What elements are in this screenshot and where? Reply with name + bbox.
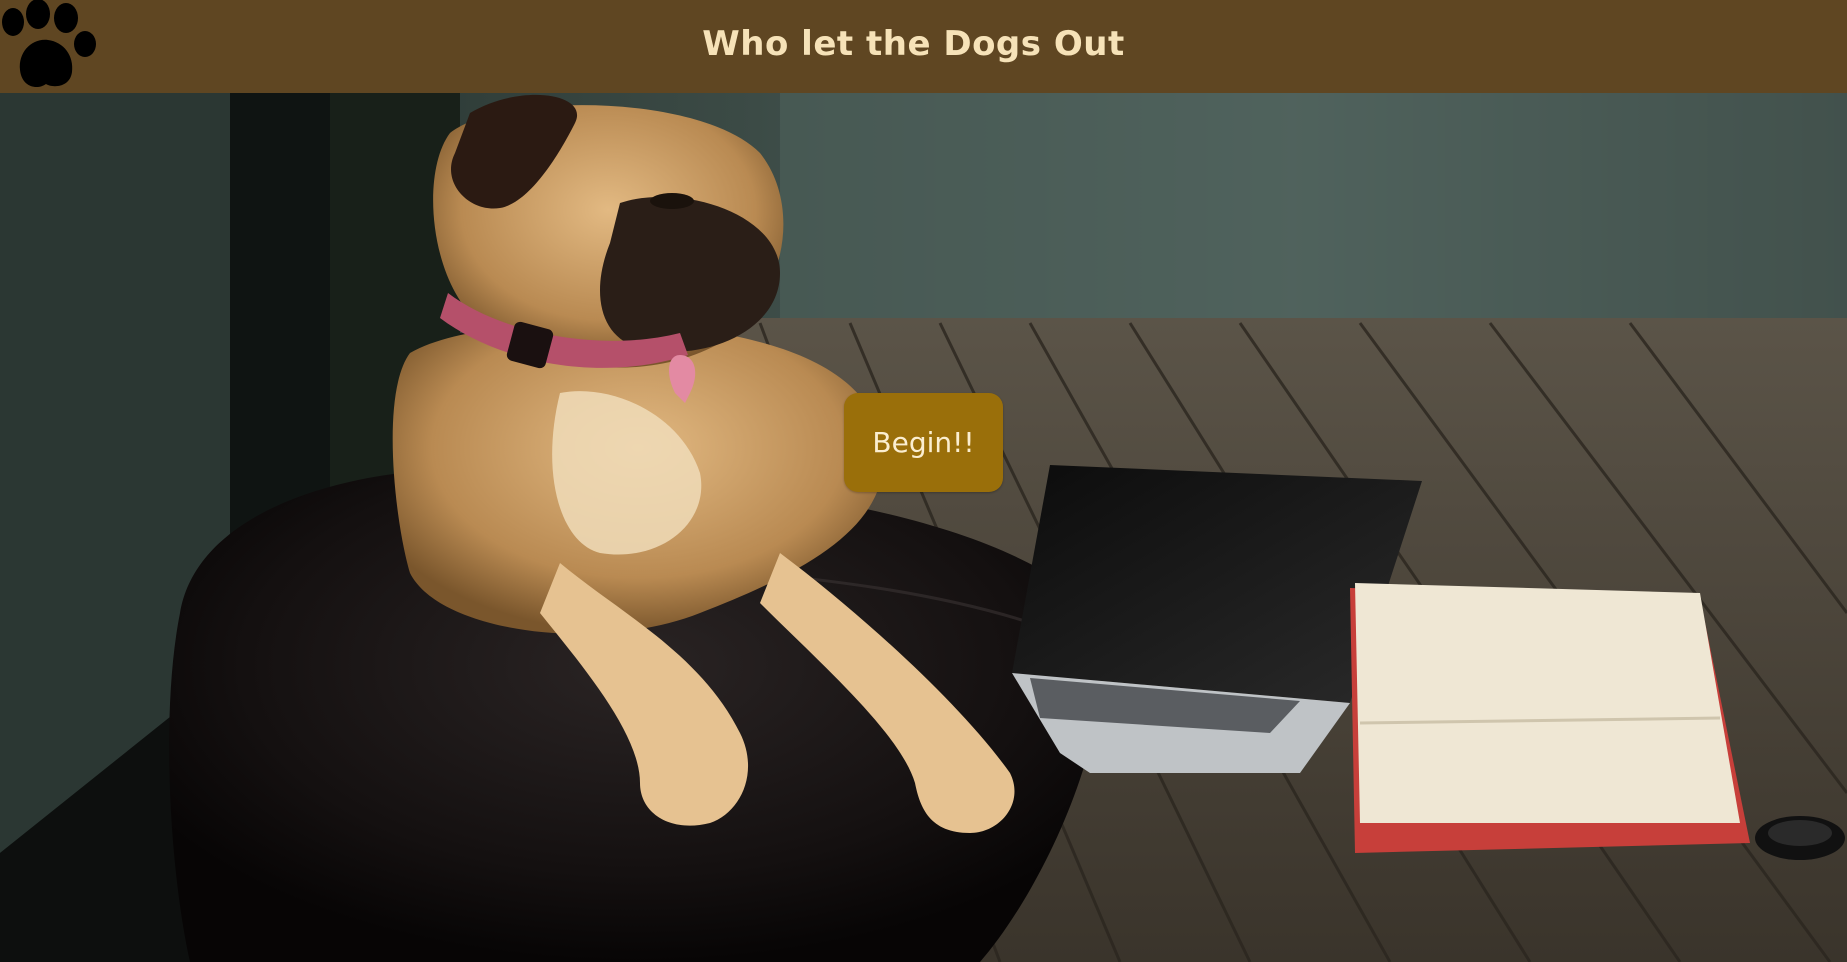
page-title: Who let the Dogs Out	[702, 24, 1125, 64]
header-bar: Who let the Dogs Out	[0, 0, 1847, 93]
begin-button[interactable]: Begin!!	[844, 393, 1003, 492]
app-root: Who let the Dogs Out Begin!!	[0, 0, 1847, 962]
hero-background-image	[0, 93, 1847, 962]
